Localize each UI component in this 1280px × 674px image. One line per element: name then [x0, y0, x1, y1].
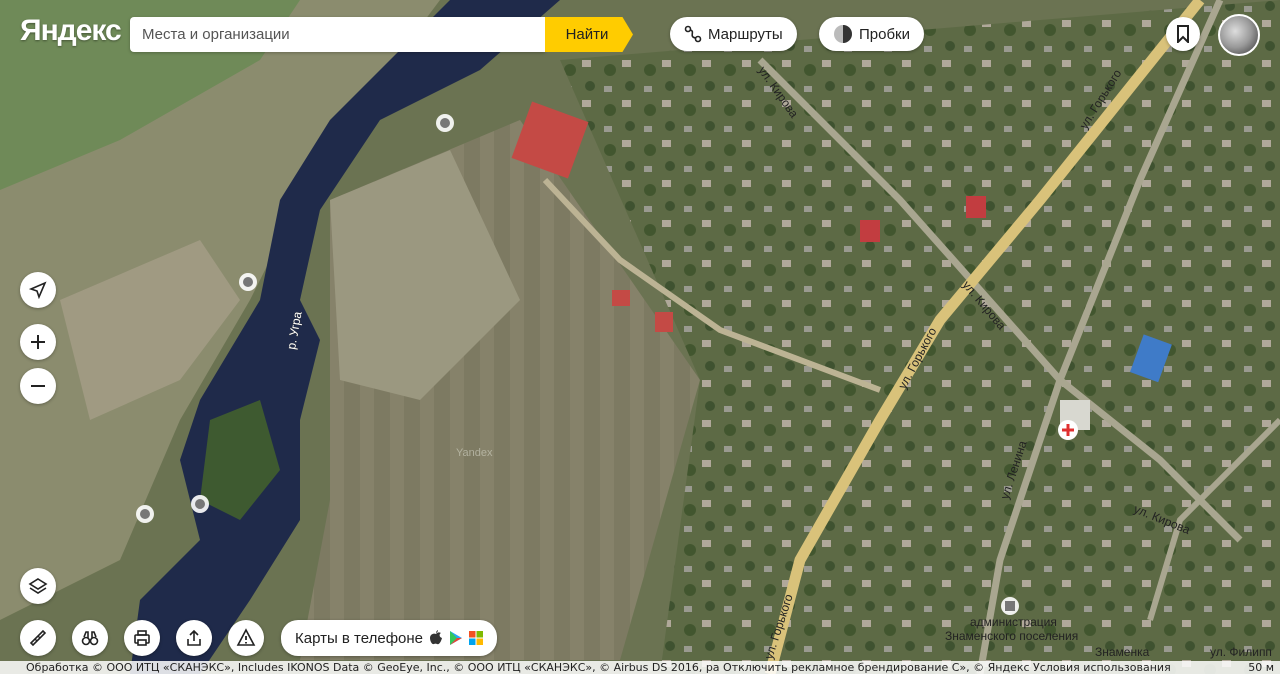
ruler-icon — [29, 629, 47, 647]
map-scale: 50 м — [1180, 661, 1280, 674]
routes-button[interactable]: Маршруты — [670, 17, 797, 51]
routes-icon — [684, 25, 702, 43]
bookmarks-button[interactable] — [1166, 17, 1200, 51]
zoom-in-icon — [31, 335, 45, 349]
admin-label-line1: администрация — [970, 615, 1057, 629]
street-label-filipp: ул. Филипп — [1210, 645, 1272, 659]
layers-icon — [28, 578, 48, 594]
windows-icon — [469, 631, 483, 645]
bookmark-icon — [1177, 25, 1189, 43]
ruler-button[interactable] — [20, 620, 56, 656]
beach-icon[interactable] — [136, 505, 154, 523]
beach-icon[interactable] — [239, 273, 257, 291]
zoom-out-icon — [31, 385, 45, 387]
admin-building-icon[interactable] — [1001, 597, 1019, 615]
find-button[interactable]: Найти — [545, 17, 633, 52]
traffic-label: Пробки — [859, 25, 910, 43]
locate-icon — [29, 281, 47, 299]
beach-icon[interactable] — [191, 495, 209, 513]
apple-icon — [430, 630, 442, 645]
locate-button[interactable] — [20, 272, 56, 308]
traffic-button[interactable]: Пробки — [819, 17, 924, 51]
mobile-apps-button[interactable]: Карты в телефоне — [281, 620, 497, 656]
map-watermark: Yandex — [456, 447, 493, 459]
mobile-apps-label: Карты в телефоне — [295, 629, 423, 647]
hospital-icon[interactable] — [1058, 420, 1078, 440]
report-error-button[interactable] — [228, 620, 264, 656]
panorama-button[interactable] — [72, 620, 108, 656]
zoom-out-button[interactable] — [20, 368, 56, 404]
traffic-icon — [834, 25, 852, 43]
share-button[interactable] — [176, 620, 212, 656]
panorama-icon — [81, 631, 99, 646]
copyright-bar[interactable]: Обработка © ООО ИТЦ «СКАНЭКС», Includes … — [0, 661, 1180, 674]
village-label: Знаменка — [1095, 645, 1150, 659]
admin-label-line2: Знаменского поселения — [945, 629, 1078, 643]
print-icon — [134, 630, 150, 646]
search-input[interactable] — [130, 17, 545, 52]
print-button[interactable] — [124, 620, 160, 656]
play-icon — [450, 631, 462, 645]
routes-label: Маршруты — [708, 25, 783, 43]
user-avatar[interactable] — [1218, 14, 1260, 56]
layers-button[interactable] — [20, 568, 56, 604]
yandex-logo[interactable]: Яндекс — [20, 14, 122, 48]
warning-icon — [236, 628, 256, 646]
share-icon — [187, 629, 201, 646]
beach-icon[interactable] — [436, 114, 454, 132]
satellite-map[interactable]: р. Угра Yandex ул. Горького ул. Горького… — [0, 0, 1280, 674]
zoom-in-button[interactable] — [20, 324, 56, 360]
